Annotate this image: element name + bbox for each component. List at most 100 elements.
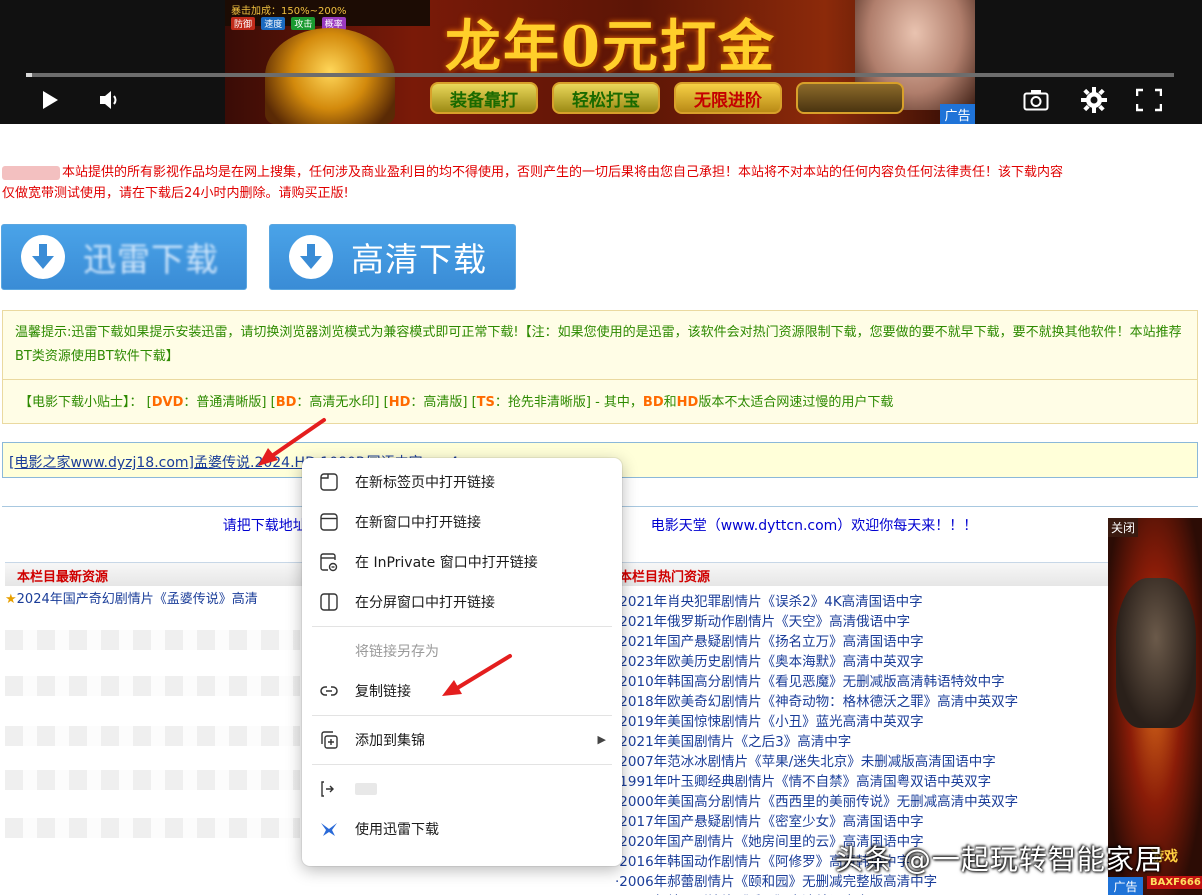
menu-open-new-window[interactable]: 在新窗口中打开链接 bbox=[302, 502, 622, 542]
tips-bd2: BD bbox=[642, 395, 664, 410]
list-item[interactable]: ·2021年美国剧情片《之后3》高清中字 bbox=[615, 730, 1105, 750]
blurred-list-row bbox=[5, 676, 300, 696]
list-item[interactable]: ·1991年叶玉卿经典剧情片《情不自禁》高清国粤双语中英双字 bbox=[615, 770, 1105, 790]
tips-bd-desc: ：高清无水印] bbox=[296, 395, 380, 410]
list-item[interactable]: ·2010年韩国高分剧情片《看见恶魔》无删减版高清韩语特效中字 bbox=[615, 670, 1105, 690]
list-item[interactable]: ·2019年美国惊悚剧情片《小丑》蓝光高清中英双字 bbox=[615, 710, 1105, 730]
menu-save-link-as: 将链接另存为 bbox=[302, 631, 622, 671]
list-item-label: 2021年俄罗斯动作剧情片《天空》高清俄语中字 bbox=[619, 614, 911, 630]
list-item[interactable]: ·2018年欧美奇幻剧情片《神奇动物：格林德沃之罪》高清中英双字 bbox=[615, 690, 1105, 710]
list-item-label: 2018年欧美奇幻剧情片《神奇动物：格林德沃之罪》高清中英双字 bbox=[619, 694, 1019, 710]
latest-resources-header: 本栏目最新资源 bbox=[5, 562, 305, 586]
list-item[interactable]: ·2021年国产悬疑剧情片《扬名立万》高清国语中字 bbox=[615, 630, 1105, 650]
ad-mini-tag: 攻击 bbox=[291, 17, 316, 30]
list-item[interactable]: ·2007年范冰冰剧情片《苹果/迷失北京》未删减版高清国语中字 bbox=[615, 750, 1105, 770]
list-item-label: 2021年美国剧情片《之后3》高清中字 bbox=[619, 734, 852, 750]
menu-separator bbox=[312, 626, 612, 627]
warm-tip-text: 温馨提示:迅雷下载如果提示安装迅雷，请切换浏览器浏览模式为兼容模式即可正常下载!… bbox=[15, 325, 1182, 364]
play-icon[interactable] bbox=[40, 90, 60, 114]
disclaimer-line-2: 仅做宽带测试使用，请在下载后24小时内删除。请购买正版! bbox=[2, 186, 349, 201]
fullscreen-icon[interactable] bbox=[1135, 88, 1163, 116]
menu-separator bbox=[312, 764, 612, 765]
menu-thunder-download[interactable]: 使用迅雷下载 bbox=[302, 809, 622, 849]
list-item-label: 2023年欧美历史剧情片《奥本海默》高清中英双字 bbox=[619, 654, 924, 670]
tips-prefix: 【电影下载小贴士】： bbox=[19, 395, 143, 410]
star-icon: ★ bbox=[5, 592, 17, 607]
video-player[interactable]: 暴击加成：150%~200% 防御 速度 攻击 概率 龙年0元打金 装备靠打 轻… bbox=[0, 0, 1202, 124]
menu-item-label: 复制链接 bbox=[355, 684, 411, 700]
video-progress-bar[interactable] bbox=[26, 73, 1174, 77]
ad-button[interactable]: 轻松打宝 bbox=[552, 82, 660, 114]
video-ad-banner[interactable]: 暴击加成：150%~200% 防御 速度 攻击 概率 龙年0元打金 装备靠打 轻… bbox=[225, 0, 975, 124]
list-item-label: 2017年国产悬疑剧情片《密室少女》高清国语中字 bbox=[619, 814, 924, 830]
list-item-label: 2019年美国惊悚剧情片《小丑》蓝光高清中英双字 bbox=[619, 714, 924, 730]
list-item-label: 2021年国产悬疑剧情片《扬名立万》高清国语中字 bbox=[619, 634, 924, 650]
list-item-label: 2007年范冰冰剧情片《苹果/迷失北京》未删减版高清国语中字 bbox=[619, 754, 996, 770]
blurred-list-row bbox=[5, 726, 300, 746]
download-arrow-icon bbox=[21, 235, 65, 279]
menu-item-label: 在新窗口中打开链接 bbox=[355, 515, 481, 531]
menu-item-extension[interactable] bbox=[302, 769, 622, 809]
list-item-label: 2024年国产奇幻剧情片《孟婆传说》高清 bbox=[16, 592, 258, 607]
volume-icon[interactable] bbox=[98, 89, 122, 115]
tips-dvd-desc: ：普通清晰版] bbox=[183, 395, 267, 410]
new-tab-icon bbox=[319, 472, 339, 492]
copy-instruction-right: 电影天堂（www.dyttcn.com）欢迎你每天来！！！ bbox=[650, 518, 978, 534]
hot-resources-header: 本栏目热门资源 bbox=[605, 562, 1110, 586]
menu-item-label: 在分屏窗口中打开链接 bbox=[355, 595, 495, 611]
camera-icon[interactable] bbox=[1023, 88, 1049, 116]
split-screen-icon bbox=[319, 592, 339, 612]
inprivate-window-icon bbox=[319, 552, 339, 572]
tips-dvd: DVD bbox=[151, 395, 184, 410]
ad-top-strip: 暴击加成：150%~200% 防御 速度 攻击 概率 bbox=[225, 0, 430, 30]
hd-download-button[interactable]: 高清下载 bbox=[269, 224, 516, 290]
warm-tip-box: 温馨提示:迅雷下载如果提示安装迅雷，请切换浏览器浏览模式为兼容模式即可正常下载!… bbox=[2, 310, 1198, 380]
tips-bd: BD bbox=[275, 395, 297, 410]
list-item[interactable]: ·2017年国产悬疑剧情片《密室少女》高清国语中字 bbox=[615, 810, 1105, 830]
menu-open-split-screen[interactable]: 在分屏窗口中打开链接 bbox=[302, 582, 622, 622]
menu-item-label: 将链接另存为 bbox=[355, 644, 439, 660]
thunder-download-label: 迅雷下载 bbox=[83, 240, 219, 279]
list-item[interactable]: ·2021年肖央犯罪剧情片《误杀2》4K高清国语中字 bbox=[615, 590, 1105, 610]
list-item-label: 2021年肖央犯罪剧情片《误杀2》4K高清国语中字 bbox=[619, 594, 923, 610]
list-item[interactable]: ·2023年欧美历史剧情片《奥本海默》高清中英双字 bbox=[615, 650, 1105, 670]
blurred-menu-label bbox=[355, 783, 377, 795]
ad-title: 龙年0元打金 bbox=[445, 14, 776, 80]
menu-open-new-tab[interactable]: 在新标签页中打开链接 bbox=[302, 462, 622, 502]
context-menu: 在新标签页中打开链接 在新窗口中打开链接 在 InPrivate 窗口中打开链接… bbox=[302, 458, 622, 866]
disclaimer-line-1: 本站提供的所有影视作品均是在网上搜集，任何涉及商业盈利目的均不得使用，否则产生的… bbox=[62, 165, 1064, 180]
list-item[interactable]: ★2024年国产奇幻剧情片《孟婆传说》高清 bbox=[5, 588, 305, 608]
download-tips: 【电影下载小贴士】： [DVD：普通清晰版] [BD：高清无水印] [HD：高清… bbox=[2, 380, 1198, 424]
blurred-list-row bbox=[5, 630, 300, 650]
menu-add-to-collections[interactable]: 添加到集锦 ▶ bbox=[302, 720, 622, 760]
ad-label: 广告 bbox=[940, 104, 975, 124]
list-item[interactable]: ·2000年美国高分剧情片《西西里的美丽传说》无删减高清中英双字 bbox=[615, 790, 1105, 810]
close-ad-button[interactable]: 关闭 bbox=[1108, 518, 1139, 537]
ad-button[interactable]: 装备靠打 bbox=[430, 82, 538, 114]
gear-icon[interactable] bbox=[1081, 87, 1107, 117]
tips-ts-desc: ：抢先非清晰版] - 其中， bbox=[494, 395, 643, 410]
tips-hd: HD bbox=[388, 395, 411, 410]
list-item-label: 1991年叶玉卿经典剧情片《情不自禁》高清国粤双语中英双字 bbox=[619, 774, 992, 790]
new-window-icon bbox=[319, 512, 339, 532]
menu-item-label: 在新标签页中打开链接 bbox=[355, 475, 495, 491]
ad-dragon-image bbox=[1116, 578, 1196, 728]
menu-item-label: 使用迅雷下载 bbox=[355, 822, 439, 838]
menu-separator bbox=[312, 715, 612, 716]
blurred-list-row bbox=[5, 770, 300, 790]
thunder-download-button[interactable]: 迅雷下载 bbox=[1, 224, 247, 290]
menu-copy-link[interactable]: 复制链接 bbox=[302, 671, 622, 711]
list-item[interactable]: ·2022年韩国剧情片《看见》高清韩语中字 bbox=[615, 890, 1105, 895]
redacted-site-name bbox=[2, 165, 60, 180]
menu-item-label: 在 InPrivate 窗口中打开链接 bbox=[355, 555, 538, 571]
tips-tail: 版本不太适合网速过慢的用户下载 bbox=[698, 395, 894, 410]
ad-button[interactable] bbox=[796, 82, 904, 114]
tips-ts: TS bbox=[476, 395, 495, 410]
blurred-list-row bbox=[5, 818, 300, 838]
download-arrow-icon bbox=[289, 235, 333, 279]
list-item[interactable]: ·2021年俄罗斯动作剧情片《天空》高清俄语中字 bbox=[615, 610, 1105, 630]
menu-open-inprivate[interactable]: 在 InPrivate 窗口中打开链接 bbox=[302, 542, 622, 582]
ad-button[interactable]: 无限进阶 bbox=[674, 82, 782, 114]
list-item-label: 2010年韩国高分剧情片《看见恶魔》无删减版高清韩语特效中字 bbox=[619, 674, 1005, 690]
watermark: 头条 @一起玩转智能家居 bbox=[835, 843, 1164, 876]
